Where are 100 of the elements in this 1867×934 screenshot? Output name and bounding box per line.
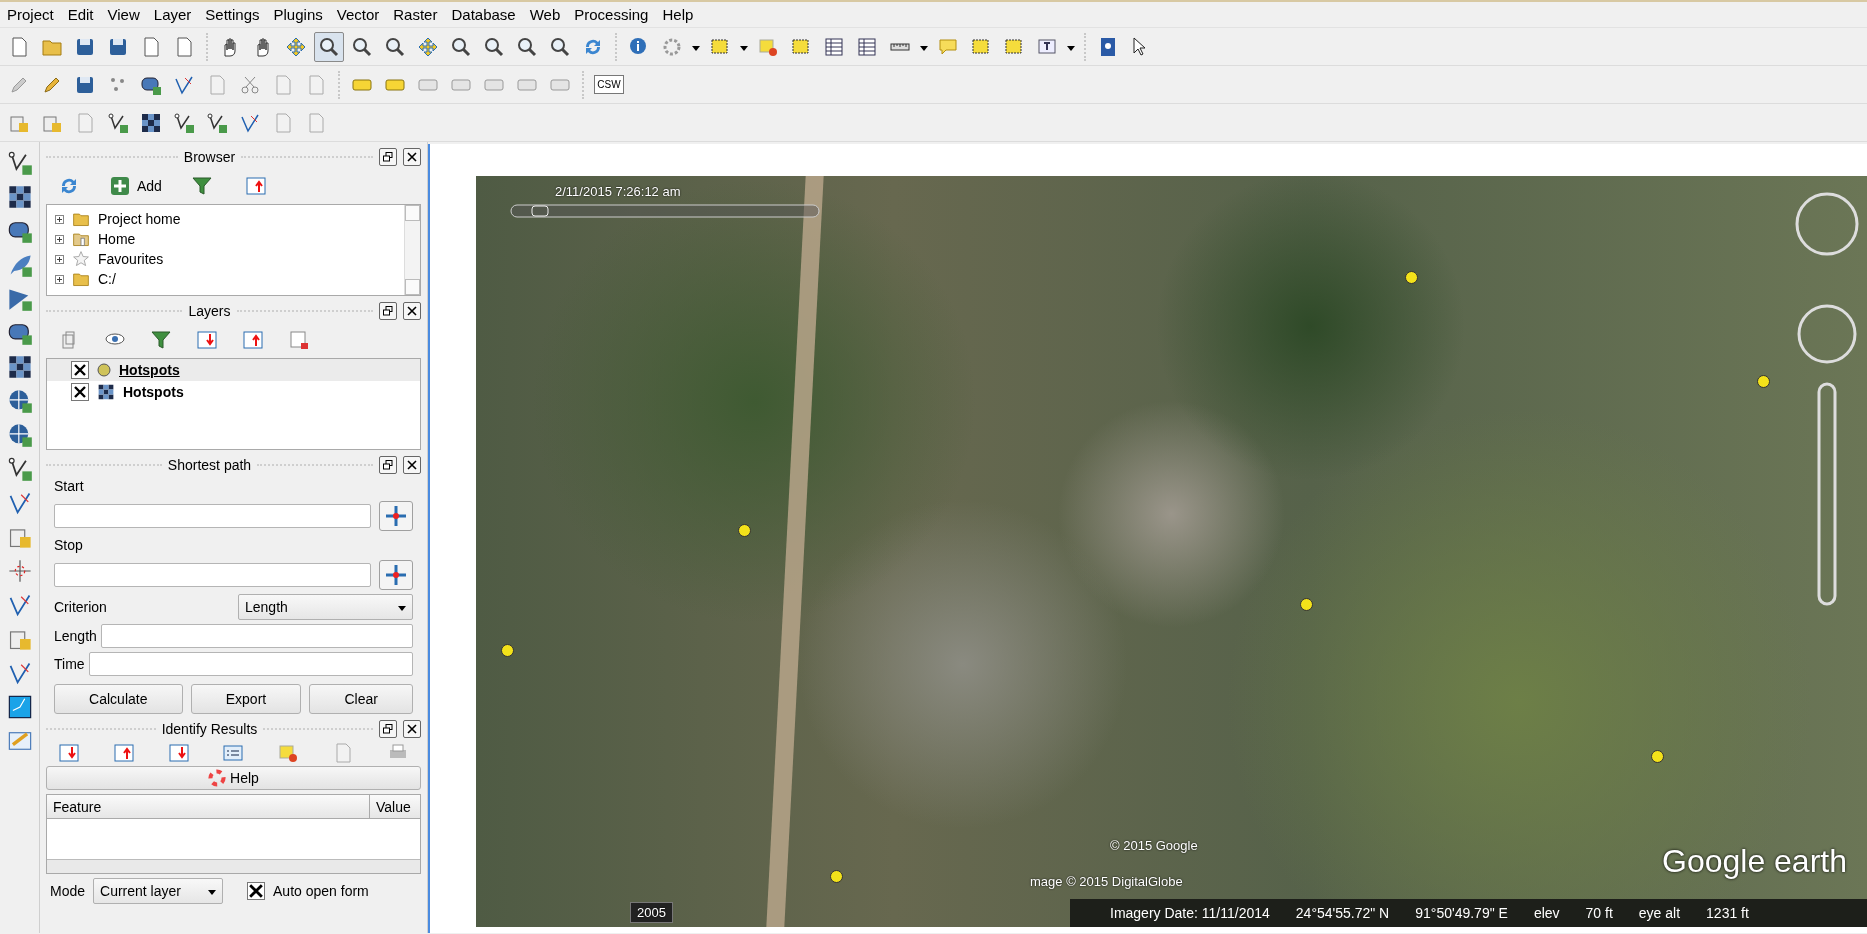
funnel-icon [150,329,172,351]
funnel-icon [190,175,213,197]
mag-icon [483,35,505,58]
add-button[interactable]: Add [108,171,163,201]
menu-item[interactable]: Project [0,2,61,27]
zoom-in-button[interactable] [314,31,344,62]
mag-icon [549,35,571,58]
exportup-icon [242,329,264,351]
menu-item[interactable]: Edit [60,2,101,27]
menu-item[interactable]: Raster [386,2,445,27]
globe-tool-icon[interactable] [6,422,33,448]
status-text: Imagery Date: 11/11/2014 [1110,903,1270,923]
menu-item[interactable]: Layer [146,2,199,27]
checkbox-label: Auto open form [273,881,369,901]
action-button[interactable]: Clear [309,684,413,714]
action-button[interactable]: Export [190,684,302,714]
float-icon [383,306,393,316]
close-button[interactable] [403,148,421,166]
expand-icon[interactable] [55,254,64,264]
length-field[interactable] [100,624,413,648]
layer-row[interactable]: Hotspots [47,359,420,381]
close-button[interactable] [403,302,421,320]
status-text: 91°50'49.79" E [1415,903,1508,923]
close-icon [407,152,417,162]
layer-checkbox[interactable] [71,361,89,379]
vector-icon [206,111,228,134]
history-year-button[interactable]: 2005 [630,901,673,923]
crosshair-icon [385,564,407,586]
start-point-field[interactable] [54,504,371,528]
exportup-icon [244,175,267,197]
hotspot-point[interactable] [738,524,751,537]
poly-tool-icon[interactable] [6,694,33,720]
vector-tool-icon[interactable] [6,150,33,176]
exportdown-icon [196,329,218,351]
menu-item[interactable]: Vector [329,2,387,27]
globe-tool-icon[interactable] [6,388,33,414]
cross-tool-icon[interactable] [6,558,33,584]
menu-item[interactable]: View [100,2,147,27]
menu-item[interactable]: Plugins [266,2,330,27]
grid-tool-icon[interactable] [6,354,33,380]
scrollbar[interactable] [404,205,420,295]
float-button[interactable] [379,720,397,738]
field-label: Start [54,477,85,496]
float-button[interactable] [379,148,397,166]
mode-dropdown[interactable]: Current layer [93,878,224,904]
close-button[interactable] [403,720,421,738]
close-button[interactable] [403,456,421,474]
map-canvas[interactable]: 2/11/2015 7:26:12 am © 2015 Google mage © 2015 DigitalGlobe Google earth 2005 Imagery Date: 11/11/2014 24°54'55.72" N 91°50'49.79" E elev 70 ft eye alt 1231 ft [428,144,1867,933]
float-button[interactable] [379,302,397,320]
time-field[interactable] [88,652,413,676]
field-label: Stop [54,536,84,555]
hotspot-point[interactable] [1651,750,1664,763]
hotspot-point[interactable] [830,870,843,883]
mag-icon [351,35,373,58]
pick-point-button[interactable] [379,560,413,590]
plus-icon [109,175,131,197]
column-header[interactable]: Feature [47,795,370,818]
horizontal-scrollbar[interactable] [47,859,420,873]
timestamp: 2/11/2015 7:26:12 am [555,183,681,201]
layer-row[interactable]: Hotspots [47,381,420,403]
float-button[interactable] [379,456,397,474]
layer-checkbox[interactable] [71,383,89,401]
stop-point-field[interactable] [54,563,371,587]
hotspot-point[interactable] [1757,375,1770,388]
menu-item[interactable]: Web [522,2,568,27]
auto-open-checkbox[interactable] [247,882,266,900]
time-slider-drawing[interactable] [510,202,820,220]
browser-item[interactable]: Project home [98,208,181,230]
hotspot-point[interactable] [501,644,514,657]
browser-item[interactable]: Home [98,228,136,250]
vector-tool-icon[interactable] [6,456,33,482]
layer-name: Hotspots [123,382,184,402]
column-header[interactable]: Value [370,795,420,818]
exportup-icon [112,742,135,764]
browser-item[interactable]: C:/ [98,268,116,290]
panel-title: Identify Results [161,719,258,739]
menu-item[interactable]: Help [655,2,701,27]
action-button[interactable]: Calculate [54,684,183,714]
pick-point-button[interactable] [379,501,413,531]
star-icon [72,250,90,268]
expand-icon[interactable] [55,274,64,284]
table-icon [823,35,845,58]
browser-item[interactable]: Favourites [98,248,164,270]
float-icon [383,724,393,734]
expand-icon[interactable] [55,214,64,224]
menu-item[interactable]: Settings [198,2,267,27]
hotspot-point[interactable] [1300,598,1313,611]
status-text: 1231 ft [1706,903,1749,923]
deselect-icon [277,742,300,764]
expand-icon[interactable] [55,234,64,244]
help-button[interactable]: Help [46,766,421,790]
folder-icon [72,210,90,228]
criterion-dropdown[interactable]: Length [238,594,413,620]
hotspot-point[interactable] [1405,271,1418,284]
mag-icon [384,35,406,58]
list-icon [222,742,245,764]
grid-tool-icon[interactable] [6,184,33,210]
mag-icon [516,35,538,58]
menu-item[interactable]: Processing [567,2,656,27]
menu-item[interactable]: Database [444,2,523,27]
